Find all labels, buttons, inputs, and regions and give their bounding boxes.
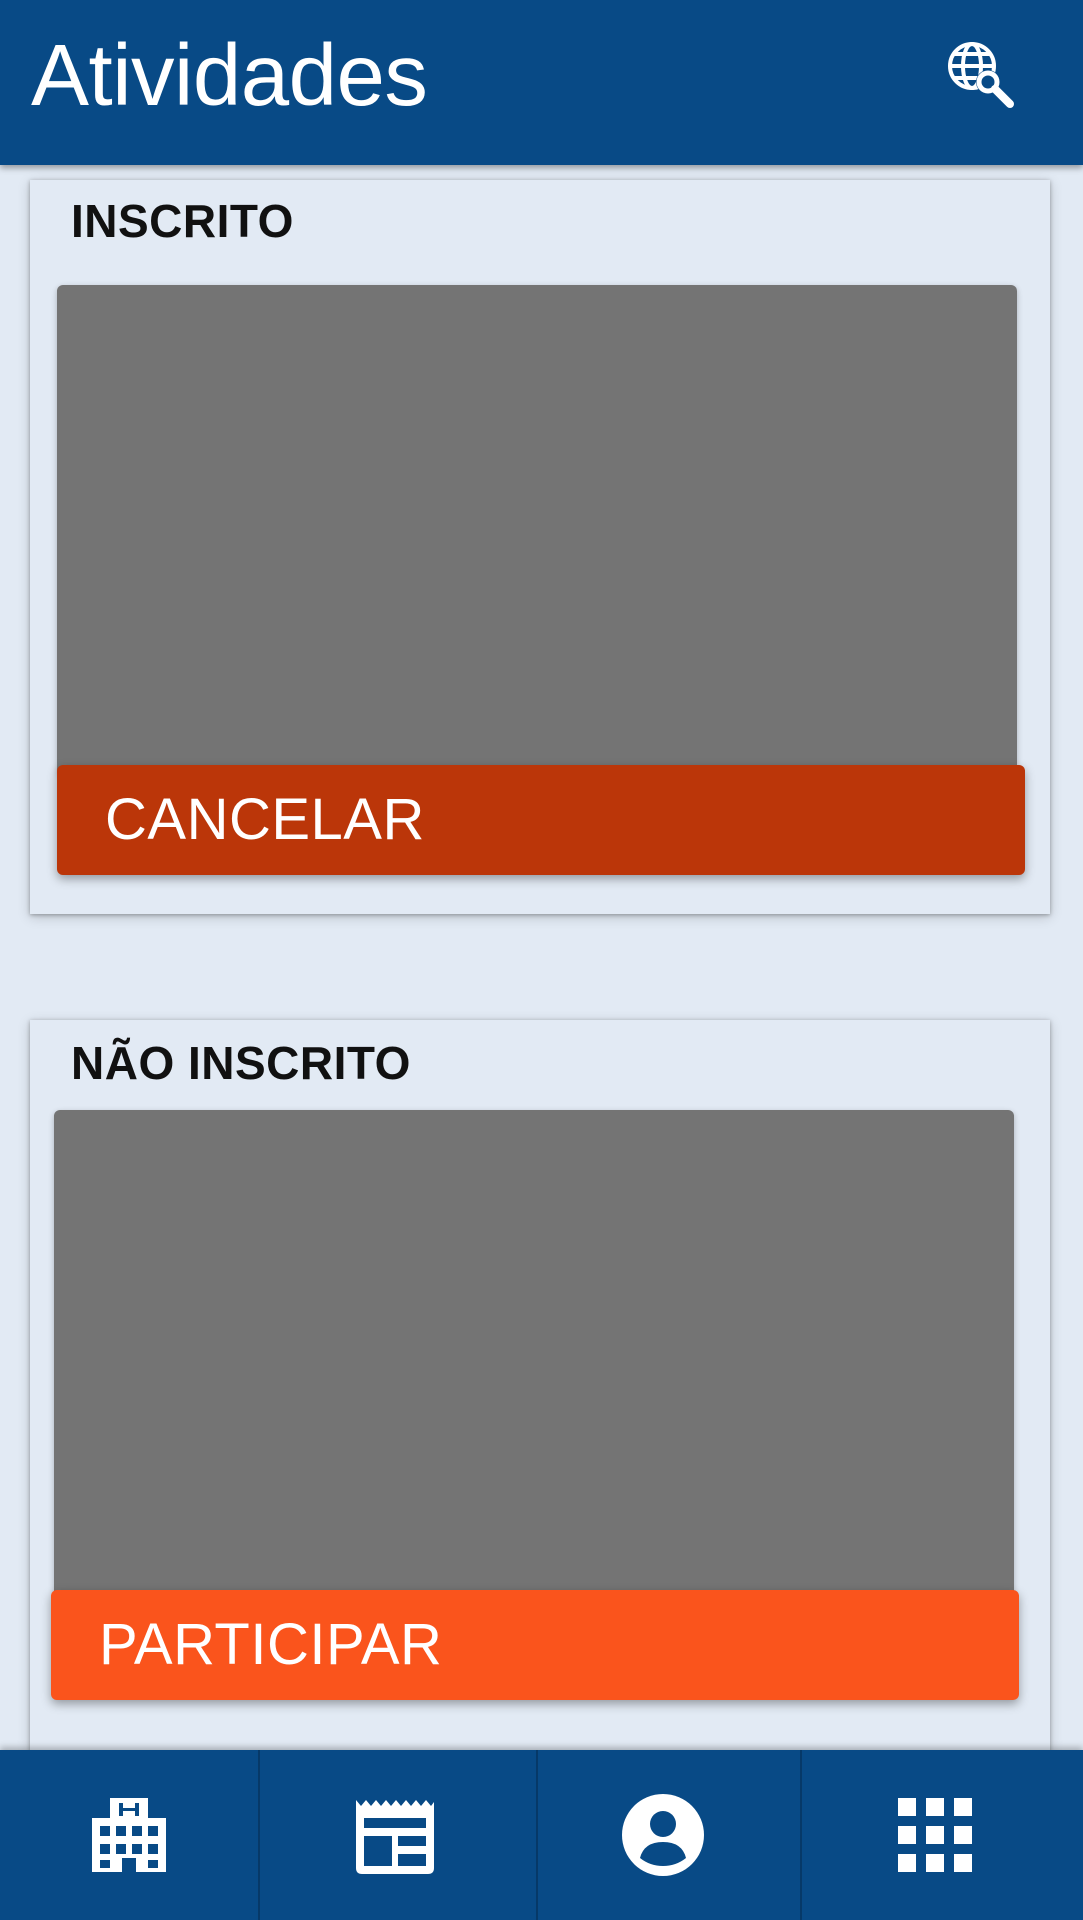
card-heading: INSCRITO: [71, 195, 294, 247]
account-circle-icon: [620, 1792, 706, 1878]
participate-button[interactable]: PARTICIPAR: [51, 1590, 1019, 1700]
activity-image-placeholder[interactable]: [54, 1110, 1014, 1600]
activity-image-placeholder[interactable]: [57, 285, 1017, 775]
activity-card-inscrito: INSCRITO CANCELAR: [30, 180, 1050, 914]
travel-explore-icon: [948, 42, 1014, 108]
search-button[interactable]: [940, 34, 1020, 114]
newspaper-icon: [352, 1792, 438, 1878]
nav-item-profile[interactable]: [536, 1750, 800, 1920]
nav-item-hospital[interactable]: [0, 1750, 258, 1920]
apps-grid-icon: [892, 1792, 978, 1878]
card-heading: NÃO INSCRITO: [71, 1037, 411, 1089]
cancel-button[interactable]: CANCELAR: [57, 765, 1025, 875]
app-header: Atividades: [0, 0, 1083, 165]
nav-item-news[interactable]: [258, 1750, 536, 1920]
hospital-icon: [86, 1792, 172, 1878]
bottom-navigation: [0, 1750, 1083, 1920]
nav-item-apps[interactable]: [800, 1750, 1083, 1920]
page-title: Atividades: [31, 27, 428, 124]
activity-card-nao-inscrito: NÃO INSCRITO PARTICIPAR: [30, 1020, 1050, 1752]
